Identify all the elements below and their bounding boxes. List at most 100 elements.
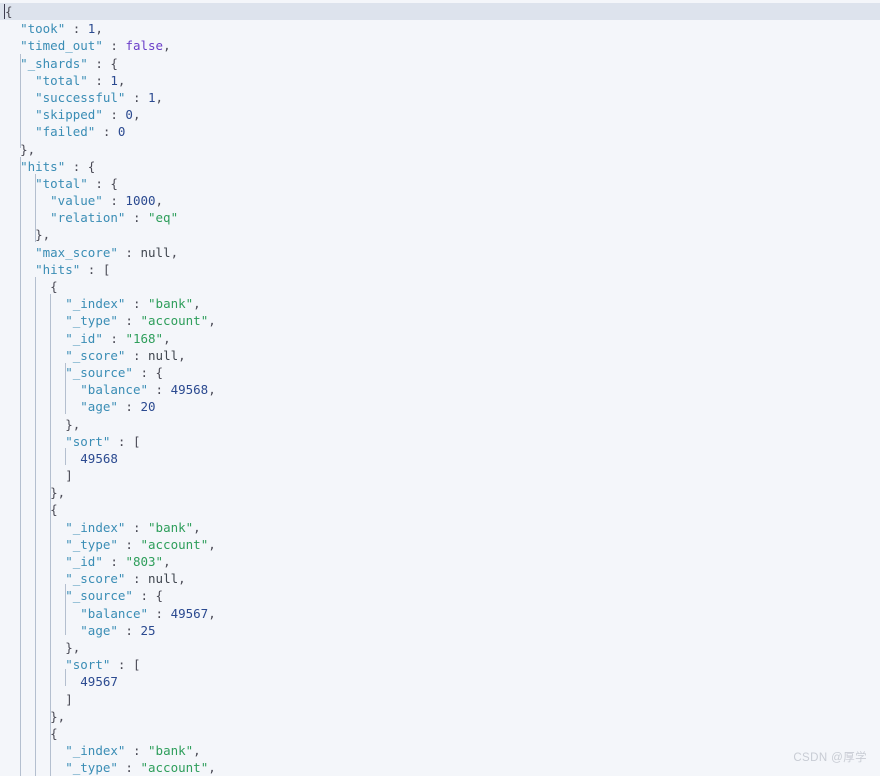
- code-line[interactable]: "_index" : "bank",: [0, 742, 880, 759]
- code-line[interactable]: "_type" : "account",: [0, 536, 880, 553]
- code-line[interactable]: "_source" : {: [0, 587, 880, 604]
- code-line[interactable]: "age" : 20: [0, 398, 880, 415]
- token-p: ,: [132, 107, 141, 123]
- token-p: : {: [65, 158, 96, 174]
- token-key: "_type": [65, 313, 118, 329]
- code-line[interactable]: },: [0, 708, 880, 725]
- code-line[interactable]: "_type" : "account",: [0, 759, 880, 776]
- code-line[interactable]: {: [0, 501, 880, 518]
- token-p: ,: [163, 554, 171, 569]
- code-line[interactable]: "successful" : 1,: [0, 89, 880, 106]
- token-p: : {: [132, 588, 164, 604]
- code-line[interactable]: },: [0, 639, 880, 656]
- token-p: ,: [178, 571, 186, 587]
- code-line[interactable]: "skipped" : 0,: [0, 106, 880, 123]
- json-response-editor[interactable]: { "took" : 1, "timed_out" : false, "_sha…: [0, 0, 880, 776]
- token-key: "_type": [65, 760, 118, 776]
- code-line[interactable]: "relation" : "eq": [0, 209, 880, 226]
- token-p: :: [148, 382, 171, 398]
- token-p: : {: [87, 55, 118, 71]
- code-line[interactable]: },: [0, 484, 880, 501]
- token-key: "_source": [65, 364, 133, 380]
- token-str: "bank": [148, 743, 194, 759]
- token-p: ,: [117, 72, 126, 88]
- token-key: "balance": [80, 382, 148, 398]
- token-p: ,: [193, 296, 201, 312]
- token-p: :: [117, 244, 141, 260]
- token-key: "_shards": [20, 55, 88, 71]
- token-p: {: [50, 725, 58, 741]
- token-p: : [: [110, 657, 141, 673]
- token-p: ,: [208, 313, 216, 329]
- token-key: "sort": [65, 433, 111, 449]
- code-line[interactable]: "_score" : null,: [0, 570, 880, 587]
- code-line[interactable]: "_id" : "803",: [0, 553, 880, 570]
- token-p: ,: [155, 89, 164, 105]
- token-p: :: [125, 89, 148, 105]
- code-line[interactable]: "hits" : [: [0, 261, 880, 278]
- token-key: "_score": [65, 571, 126, 587]
- token-p: },: [35, 227, 51, 243]
- code-line[interactable]: "balance" : 49568,: [0, 381, 880, 398]
- code-line[interactable]: "value" : 1000,: [0, 192, 880, 209]
- code-line[interactable]: "_index" : "bank",: [0, 519, 880, 536]
- token-key: "total": [35, 175, 88, 191]
- token-p: :: [125, 743, 149, 759]
- code-line[interactable]: "_index" : "bank",: [0, 295, 880, 312]
- code-line[interactable]: "sort" : [: [0, 433, 880, 450]
- token-p: },: [50, 485, 66, 501]
- code-line[interactable]: "max_score" : null,: [0, 244, 880, 261]
- token-str: "account": [140, 536, 209, 552]
- code-line[interactable]: "_score" : null,: [0, 347, 880, 364]
- json-code-content[interactable]: { "took" : 1, "timed_out" : false, "_sha…: [0, 3, 880, 776]
- token-p: :: [117, 399, 141, 415]
- code-line[interactable]: "age" : 25: [0, 622, 880, 639]
- code-line[interactable]: "_shards" : {: [0, 55, 880, 72]
- code-line[interactable]: "hits" : {: [0, 158, 880, 175]
- code-line[interactable]: 49567: [0, 673, 880, 690]
- token-p: ,: [208, 382, 216, 398]
- token-num: 49567: [80, 674, 118, 690]
- token-p: ,: [155, 193, 164, 209]
- code-line[interactable]: "_type" : "account",: [0, 312, 880, 329]
- token-str: "account": [140, 313, 209, 329]
- token-p: : {: [87, 175, 118, 191]
- code-line[interactable]: "failed" : 0: [0, 123, 880, 140]
- token-num: 1000: [125, 193, 156, 209]
- token-num: 1: [148, 89, 156, 105]
- code-line[interactable]: 49568: [0, 450, 880, 467]
- code-line[interactable]: "balance" : 49567,: [0, 605, 880, 622]
- code-line[interactable]: "sort" : [: [0, 656, 880, 673]
- token-key: "hits": [35, 261, 81, 277]
- code-line[interactable]: "timed_out" : false,: [0, 37, 880, 54]
- code-line[interactable]: },: [0, 416, 880, 433]
- code-line[interactable]: "_source" : {: [0, 364, 880, 381]
- code-line[interactable]: "total" : {: [0, 175, 880, 192]
- csdn-watermark: CSDN @厚学: [793, 751, 867, 764]
- code-line[interactable]: {: [0, 278, 880, 295]
- code-line[interactable]: },: [0, 141, 880, 158]
- code-line[interactable]: "took" : 1,: [0, 20, 880, 37]
- code-line[interactable]: "_id" : "168",: [0, 330, 880, 347]
- code-line[interactable]: ]: [0, 467, 880, 484]
- code-line[interactable]: {: [0, 725, 880, 742]
- token-num: 49568: [80, 450, 118, 466]
- code-line[interactable]: "total" : 1,: [0, 72, 880, 89]
- token-num: 1: [110, 72, 118, 88]
- code-line[interactable]: {: [0, 3, 880, 20]
- token-key: "timed_out": [20, 38, 103, 54]
- code-line[interactable]: ]: [0, 691, 880, 708]
- token-p: :: [125, 519, 149, 535]
- token-key: "_id": [65, 554, 103, 569]
- code-line[interactable]: },: [0, 226, 880, 243]
